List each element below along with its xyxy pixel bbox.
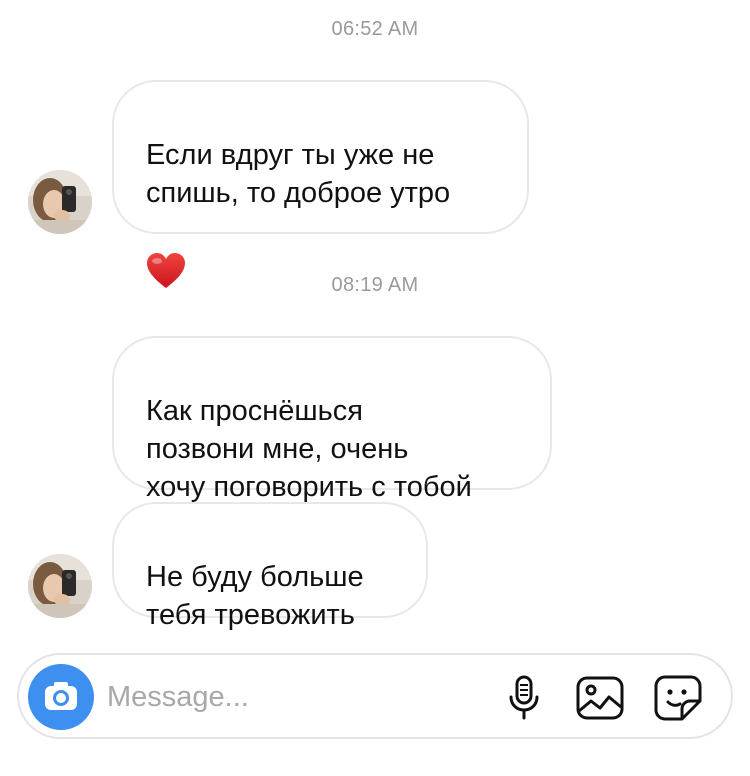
sticker-icon	[654, 675, 702, 721]
gallery-icon	[576, 676, 624, 720]
message-bubble[interactable]: Если вдруг ты уже не спишь, то доброе ут…	[112, 80, 529, 288]
microphone-button[interactable]	[499, 673, 549, 723]
gallery-button[interactable]	[575, 673, 625, 723]
camera-icon	[45, 682, 77, 710]
avatar[interactable]	[28, 170, 92, 234]
avatar-photo-icon	[28, 170, 92, 234]
message-bubble[interactable]: Как проснёшься позвони мне, очень хочу п…	[112, 336, 552, 503]
avatar-photo-icon	[28, 554, 92, 618]
message-timestamp: 08:19 AM	[331, 274, 419, 296]
message-input[interactable]	[107, 675, 487, 719]
microphone-icon	[509, 675, 539, 720]
message-composer	[17, 653, 733, 739]
message-text: Не буду больше тебя тревожить	[146, 561, 364, 631]
sticker-button[interactable]	[653, 673, 703, 723]
avatar[interactable]	[28, 554, 92, 618]
heart-emoji	[146, 214, 495, 288]
message-timestamp: 06:52 AM	[331, 18, 419, 40]
camera-button[interactable]	[28, 664, 94, 730]
message-bubble[interactable]: Не буду больше тебя тревожить	[112, 502, 428, 631]
message-text: Как проснёшься позвони мне, очень хочу п…	[146, 395, 472, 503]
message-text: Если вдруг ты уже не спишь, то доброе ут…	[146, 139, 451, 209]
